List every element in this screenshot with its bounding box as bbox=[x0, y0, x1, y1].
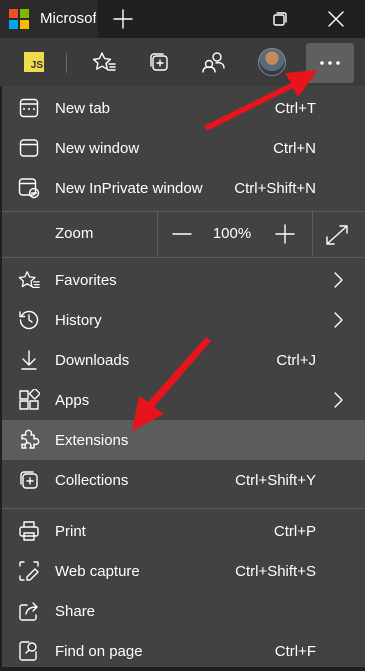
browser-tab[interactable]: Microsoft Edge bbox=[0, 0, 98, 38]
menu-item-new-tab[interactable]: New tab Ctrl+T bbox=[2, 88, 365, 128]
profile-switch-icon[interactable] bbox=[196, 44, 232, 80]
js-extension-button[interactable]: JS bbox=[16, 44, 52, 80]
new-tab-icon bbox=[18, 97, 40, 119]
menu-item-downloads[interactable]: Downloads Ctrl+J bbox=[2, 340, 365, 380]
favorites-icon bbox=[18, 269, 40, 291]
download-icon bbox=[18, 349, 40, 371]
menu-item-label: Favorites bbox=[55, 271, 117, 289]
menu-item-label: New window bbox=[55, 139, 140, 157]
tab-title: Microsoft Edge bbox=[40, 10, 96, 27]
profile-avatar[interactable] bbox=[254, 44, 290, 80]
chevron-right-icon bbox=[331, 392, 345, 408]
menu-item-history[interactable]: History bbox=[2, 300, 365, 340]
menu-item-new-window[interactable]: New window Ctrl+N bbox=[2, 128, 365, 168]
web-capture-icon bbox=[18, 560, 40, 582]
menu-item-new-inprivate-window[interactable]: New InPrivate window Ctrl+Shift+N bbox=[2, 168, 365, 208]
collections-icon[interactable] bbox=[141, 44, 177, 80]
toolbar-separator bbox=[66, 53, 67, 73]
more-dots-icon[interactable] bbox=[306, 43, 354, 83]
favorites-star-icon[interactable] bbox=[86, 44, 122, 80]
inprivate-icon bbox=[18, 177, 40, 199]
zoom-divider bbox=[312, 212, 313, 256]
extensions-icon bbox=[18, 429, 40, 451]
find-icon bbox=[18, 640, 40, 662]
menu-item-web-capture[interactable]: Web capture Ctrl+Shift+S bbox=[2, 551, 365, 591]
menu-item-label: History bbox=[55, 311, 102, 329]
zoom-divider bbox=[157, 212, 158, 256]
menu-separator bbox=[2, 257, 365, 258]
menu-item-favorites[interactable]: Favorites bbox=[2, 260, 365, 300]
collections-icon bbox=[18, 469, 40, 491]
menu-item-shortcut: Ctrl+J bbox=[276, 351, 316, 369]
menu-item-print[interactable]: Print Ctrl+P bbox=[2, 511, 365, 551]
close-icon[interactable] bbox=[318, 0, 354, 38]
print-icon bbox=[18, 520, 40, 542]
chevron-right-icon bbox=[331, 272, 345, 288]
menu-item-label: Web capture bbox=[55, 562, 140, 580]
microsoft-logo-icon bbox=[9, 9, 29, 29]
menu-item-shortcut: Ctrl+P bbox=[273, 522, 316, 540]
menu-item-collections[interactable]: Collections Ctrl+Shift+Y bbox=[2, 460, 365, 500]
menu-item-label: Downloads bbox=[55, 351, 130, 369]
history-icon bbox=[18, 309, 40, 331]
menu-item-apps[interactable]: Apps bbox=[2, 380, 365, 420]
fullscreen-icon[interactable] bbox=[323, 222, 351, 248]
menu-item-shortcut: Ctrl+N bbox=[273, 139, 316, 157]
menu-item-shortcut: Ctrl+F bbox=[274, 642, 316, 660]
menu-item-label: New InPrivate window bbox=[55, 179, 203, 197]
menu-item-label: Find on page bbox=[55, 642, 143, 660]
js-extension-icon: JS bbox=[24, 52, 44, 72]
menu-item-label: Collections bbox=[55, 471, 129, 489]
new-window-icon bbox=[18, 137, 40, 159]
menu-item-shortcut: Ctrl+Shift+Y bbox=[235, 471, 316, 489]
chevron-right-icon bbox=[331, 312, 345, 328]
browser-toolbar: JS bbox=[0, 38, 365, 86]
menu-item-shortcut: Ctrl+Shift+N bbox=[234, 179, 316, 197]
zoom-label: Zoom bbox=[55, 225, 94, 242]
menu-item-label: Print bbox=[55, 522, 86, 540]
menu-item-find-on-page[interactable]: Find on page Ctrl+F bbox=[2, 631, 365, 671]
menu-item-label: Apps bbox=[55, 391, 90, 409]
menu-item-share[interactable]: Share bbox=[2, 591, 365, 631]
avatar bbox=[258, 48, 286, 76]
menu-item-shortcut: Ctrl+T bbox=[274, 99, 316, 117]
menu-item-label: Share bbox=[55, 602, 96, 620]
menu-item-extensions[interactable]: Extensions bbox=[2, 420, 365, 460]
title-bar: Microsoft Edge bbox=[0, 0, 365, 38]
settings-and-more-menu: New tab Ctrl+T New window Ctrl+N New InP… bbox=[2, 86, 365, 667]
zoom-control: Zoom 100% bbox=[2, 212, 365, 256]
menu-item-label: New tab bbox=[55, 99, 111, 117]
share-icon bbox=[18, 600, 40, 622]
menu-item-label: Extensions bbox=[55, 431, 129, 449]
zoom-out-icon[interactable] bbox=[167, 222, 197, 246]
menu-separator bbox=[2, 508, 365, 509]
zoom-in-icon[interactable] bbox=[270, 222, 300, 246]
new-tab-plus-icon[interactable] bbox=[108, 0, 138, 38]
apps-icon bbox=[18, 389, 40, 411]
restore-icon[interactable] bbox=[262, 0, 298, 38]
menu-item-shortcut: Ctrl+Shift+S bbox=[235, 562, 316, 580]
zoom-value: 100% bbox=[212, 225, 252, 242]
